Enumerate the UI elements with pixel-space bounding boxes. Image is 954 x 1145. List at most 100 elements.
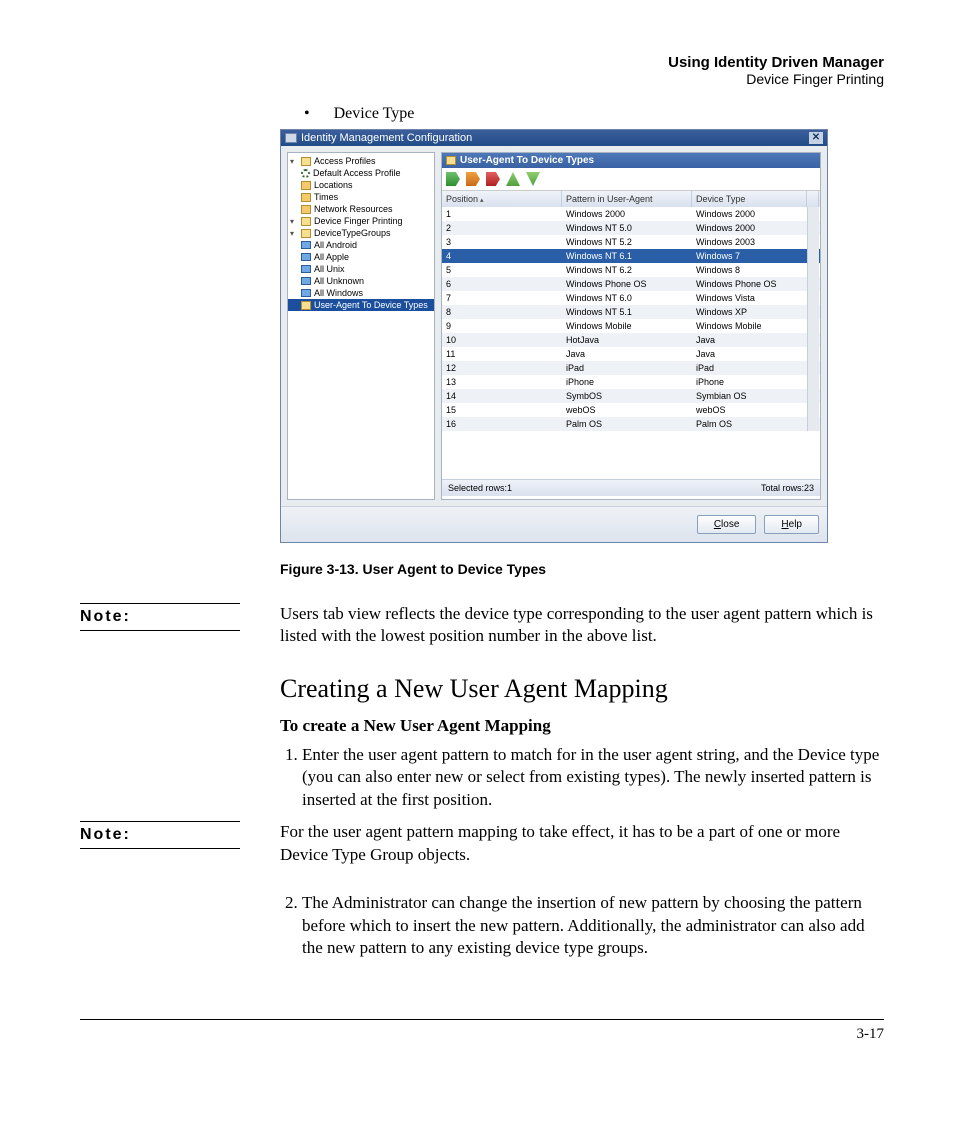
subheading: To create a New User Agent Mapping — [280, 716, 884, 736]
scroll-gutter — [807, 277, 819, 291]
table-row[interactable]: 16Palm OSPalm OS — [442, 417, 820, 431]
cell-device-type: Windows Vista — [692, 291, 807, 305]
steps-list: Enter the user agent pattern to match fo… — [280, 744, 884, 811]
table-row[interactable]: 9Windows MobileWindows Mobile — [442, 319, 820, 333]
scroll-gutter — [807, 403, 819, 417]
note-1: Note: Users tab view reflects the device… — [80, 603, 884, 648]
cell-pattern: Windows Phone OS — [562, 277, 692, 291]
table-row[interactable]: 3Windows NT 5.2Windows 2003 — [442, 235, 820, 249]
nav-tree[interactable]: ▾Access Profiles Default Access Profile … — [287, 152, 435, 500]
folder-open-icon — [301, 229, 311, 238]
tree-all-android[interactable]: All Android — [288, 239, 434, 251]
toolbar-edit-icon[interactable] — [466, 172, 480, 186]
cell-pattern: Windows Mobile — [562, 319, 692, 333]
toolbar-new-icon[interactable] — [446, 172, 460, 186]
scroll-gutter — [807, 249, 819, 263]
cell-position: 15 — [442, 403, 562, 417]
cell-position: 14 — [442, 389, 562, 403]
folder-open-icon — [301, 157, 311, 166]
note-label: Note: — [80, 603, 240, 631]
table-row[interactable]: 7Windows NT 6.0Windows Vista — [442, 291, 820, 305]
steps-list-cont: The Administrator can change the inserti… — [280, 892, 884, 959]
cell-device-type: Windows 2003 — [692, 235, 807, 249]
gear-icon — [301, 169, 310, 178]
cell-device-type: webOS — [692, 403, 807, 417]
dialog-titlebar[interactable]: Identity Management Configuration ✕ — [281, 130, 827, 146]
tree-expand-icon[interactable]: ▾ — [290, 217, 298, 226]
dialog-body: ▾Access Profiles Default Access Profile … — [281, 146, 827, 506]
table-row[interactable]: 12iPadiPad — [442, 361, 820, 375]
col-pattern[interactable]: Pattern in User-Agent — [562, 191, 692, 207]
col-position[interactable]: Position — [442, 191, 562, 207]
grid-header[interactable]: Position Pattern in User-Agent Device Ty… — [442, 191, 820, 207]
table-row[interactable]: 14SymbOSSymbian OS — [442, 389, 820, 403]
cell-position: 13 — [442, 375, 562, 389]
cell-pattern: iPhone — [562, 375, 692, 389]
grid-body[interactable]: 1Windows 2000Windows 20002Windows NT 5.0… — [442, 207, 820, 479]
cell-pattern: HotJava — [562, 333, 692, 347]
toolbar-up-icon[interactable] — [506, 172, 520, 186]
close-icon[interactable]: ✕ — [809, 132, 823, 144]
toolbar-delete-icon[interactable] — [486, 172, 500, 186]
table-row[interactable]: 10HotJavaJava — [442, 333, 820, 347]
cell-position: 12 — [442, 361, 562, 375]
help-button[interactable]: Help — [764, 515, 819, 534]
cell-pattern: Java — [562, 347, 692, 361]
table-row[interactable]: 13iPhoneiPhone — [442, 375, 820, 389]
scroll-gutter — [807, 207, 819, 221]
tree-device-fp[interactable]: ▾Device Finger Printing — [288, 215, 434, 227]
table-row[interactable]: 11JavaJava — [442, 347, 820, 361]
app-icon — [285, 133, 297, 143]
tree-times[interactable]: Times — [288, 191, 434, 203]
cell-device-type: Palm OS — [692, 417, 807, 431]
main-column: Creating a New User Agent Mapping To cre… — [280, 674, 884, 811]
table-row[interactable]: 15webOSwebOS — [442, 403, 820, 417]
scroll-gutter — [807, 361, 819, 375]
table-row[interactable]: 5Windows NT 6.2Windows 8 — [442, 263, 820, 277]
dialog-title: Identity Management Configuration — [301, 132, 472, 144]
note-2: Note: For the user agent pattern mapping… — [80, 821, 884, 866]
cell-position: 4 — [442, 249, 562, 263]
cell-pattern: Windows NT 6.2 — [562, 263, 692, 277]
cell-position: 3 — [442, 235, 562, 249]
cell-device-type: Windows 7 — [692, 249, 807, 263]
tree-all-windows[interactable]: All Windows — [288, 287, 434, 299]
header-subtitle: Device Finger Printing — [80, 71, 884, 87]
group-icon — [301, 253, 311, 261]
cell-pattern: Windows NT 5.0 — [562, 221, 692, 235]
bullet-text: Device Type — [334, 105, 415, 122]
group-icon — [301, 265, 311, 273]
tree-locations[interactable]: Locations — [288, 179, 434, 191]
tree-all-apple[interactable]: All Apple — [288, 251, 434, 263]
table-row[interactable]: 2Windows NT 5.0Windows 2000 — [442, 221, 820, 235]
bullet-dot-icon: • — [304, 105, 310, 122]
folder-icon — [301, 193, 311, 202]
cell-device-type: Windows 8 — [692, 263, 807, 277]
dialog-buttons: Close Help — [281, 506, 827, 542]
col-device-type[interactable]: Device Type — [692, 191, 807, 207]
col-scroll-gutter — [807, 191, 819, 207]
tree-access-profiles[interactable]: ▾Access Profiles — [288, 155, 434, 167]
table-row[interactable]: 1Windows 2000Windows 2000 — [442, 207, 820, 221]
folder-open-icon — [301, 301, 311, 310]
cell-position: 9 — [442, 319, 562, 333]
main-column: • Device Type Identity Management Configu… — [280, 105, 884, 577]
tree-default-profile[interactable]: Default Access Profile — [288, 167, 434, 179]
tree-expand-icon[interactable]: ▾ — [290, 229, 298, 238]
tree-expand-icon[interactable]: ▾ — [290, 157, 298, 166]
close-button[interactable]: Close — [697, 515, 757, 534]
table-row[interactable]: 6Windows Phone OSWindows Phone OS — [442, 277, 820, 291]
tree-network-resources[interactable]: Network Resources — [288, 203, 434, 215]
tree-all-unix[interactable]: All Unix — [288, 263, 434, 275]
pane-title: User-Agent To Device Types — [442, 153, 820, 168]
folder-icon — [301, 181, 311, 190]
scroll-gutter — [807, 263, 819, 277]
tree-all-unknown[interactable]: All Unknown — [288, 275, 434, 287]
tree-device-type-groups[interactable]: ▾DeviceTypeGroups — [288, 227, 434, 239]
folder-open-icon — [446, 156, 456, 165]
toolbar-down-icon[interactable] — [526, 172, 540, 186]
table-row[interactable]: 8Windows NT 5.1Windows XP — [442, 305, 820, 319]
cell-position: 11 — [442, 347, 562, 361]
table-row[interactable]: 4Windows NT 6.1Windows 7 — [442, 249, 820, 263]
tree-ua-to-device-types[interactable]: User-Agent To Device Types — [288, 299, 434, 311]
